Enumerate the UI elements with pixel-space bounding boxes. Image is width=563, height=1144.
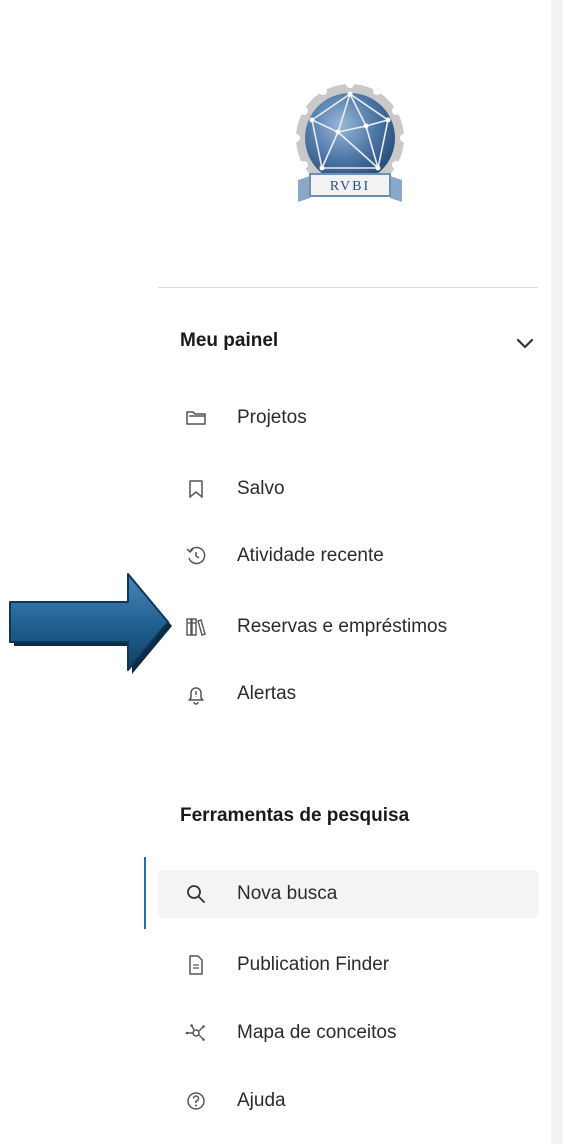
concept-map-icon [185,1022,207,1044]
search-icon [185,883,207,905]
chevron-down-icon[interactable] [513,331,537,355]
nav-label: Nova busca [237,883,338,904]
document-icon [185,954,207,976]
nav-item-reservas-emprestimos[interactable]: Reservas e empréstimos [158,603,538,651]
nav-label: Projetos [237,407,307,428]
section-title-research-tools: Ferramentas de pesquisa [180,805,410,826]
nav-item-ajuda[interactable]: Ajuda [158,1077,538,1125]
nav-item-nova-busca[interactable]: Nova busca [158,870,538,918]
nav-item-alertas[interactable]: Alertas [158,670,538,718]
bookmark-icon [185,478,207,500]
nav-label: Publication Finder [237,954,390,975]
nav-label: Alertas [237,683,297,704]
divider [158,287,538,288]
nav-label: Ajuda [237,1090,286,1111]
svg-text:RVBI: RVBI [330,179,370,194]
nav-label: Salvo [237,478,285,499]
rvbi-logo: RVBI [292,80,408,202]
pointer-arrow [9,573,172,674]
folder-icon [185,407,207,429]
nav-item-atividade-recente[interactable]: Atividade recente [158,532,538,580]
sidebar-scroll-edge [551,0,563,1144]
section-title-my-panel: Meu painel [180,330,279,351]
nav-label: Reservas e empréstimos [237,616,448,637]
nav-item-mapa-conceitos[interactable]: Mapa de conceitos [158,1009,538,1057]
books-icon [185,616,207,638]
nav-item-salvo[interactable]: Salvo [158,465,538,513]
nav-label: Mapa de conceitos [237,1022,397,1043]
bell-icon [185,683,207,705]
nav-item-publication-finder[interactable]: Publication Finder [158,941,538,989]
nav-label: Atividade recente [237,545,384,566]
history-icon [185,545,207,567]
nav-item-projetos[interactable]: Projetos [158,394,538,442]
help-icon [185,1090,207,1112]
active-indicator [144,857,146,929]
